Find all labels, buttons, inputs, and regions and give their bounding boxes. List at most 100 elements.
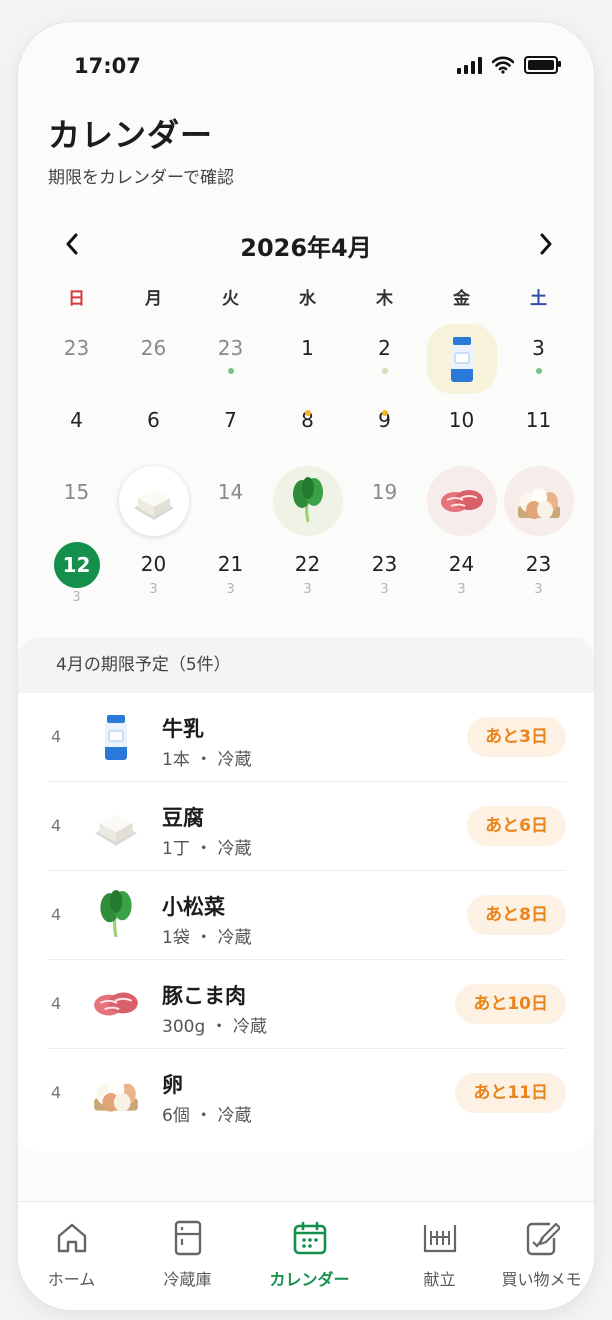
day-sub-count: 3 bbox=[457, 582, 466, 597]
next-month-button[interactable] bbox=[528, 226, 564, 262]
item-name: 豆腐 bbox=[162, 806, 204, 830]
calendar-day[interactable]: 1 bbox=[269, 322, 346, 394]
expiry-dot bbox=[304, 410, 311, 416]
home-icon bbox=[57, 1223, 86, 1253]
calendar-day-eggs[interactable] bbox=[500, 466, 577, 538]
komatsuna-icon bbox=[272, 466, 343, 536]
calendar-day[interactable]: 23 bbox=[38, 322, 115, 394]
calendar-day[interactable]: 20 3 bbox=[115, 538, 192, 610]
list-item[interactable]: 4 卵 6個 ・ 冷蔵 あと11日 bbox=[48, 1049, 566, 1137]
status-time: 17:07 bbox=[74, 54, 141, 78]
day-sub-count: 3 bbox=[72, 590, 81, 605]
calendar-day[interactable]: 2 bbox=[346, 322, 423, 394]
tab-label: ホーム bbox=[47, 1270, 96, 1289]
pork-icon bbox=[426, 466, 497, 536]
expiry-dot bbox=[381, 410, 388, 416]
day-sub-count: 3 bbox=[534, 582, 543, 597]
item-meta: 6個 ・ 冷蔵 bbox=[162, 1106, 252, 1126]
pork-icon bbox=[84, 972, 148, 1036]
list-item[interactable]: 4 小松菜 1袋 ・ 冷蔵 あと8日 bbox=[48, 871, 566, 960]
day-number: 20 bbox=[140, 552, 167, 576]
tab-label: 冷蔵庫 bbox=[163, 1270, 212, 1289]
phone-screen: 17:07 カレンダー 期限をカレンダーで確認 2026年4月 日 月 火 水 … bbox=[18, 22, 594, 1310]
weekday-label: 火 bbox=[222, 289, 239, 309]
day-number: 11 bbox=[525, 408, 552, 432]
day-number: 7 bbox=[224, 408, 237, 432]
calendar-day[interactable]: 15 bbox=[38, 466, 115, 538]
days-left-badge: あと3日 bbox=[467, 717, 566, 757]
calendar-day-tofu[interactable] bbox=[115, 466, 192, 538]
calendar-day[interactable]: 26 bbox=[115, 322, 192, 394]
calendar-day[interactable]: 22 3 bbox=[269, 538, 346, 610]
calendar-day[interactable]: 14 bbox=[192, 466, 269, 538]
weekday-label: 日 bbox=[68, 289, 85, 309]
item-month: 4 bbox=[51, 905, 62, 924]
calendar-day[interactable]: 4 bbox=[38, 394, 115, 466]
day-number: 2 bbox=[378, 336, 391, 360]
status-icons bbox=[457, 56, 561, 74]
item-name: 牛乳 bbox=[162, 717, 204, 741]
fridge-icon bbox=[174, 1220, 201, 1256]
item-meta: 1本 ・ 冷蔵 bbox=[162, 750, 252, 770]
list-item[interactable]: 4 豚こま肉 300g ・ 冷蔵 あと10日 bbox=[48, 960, 566, 1049]
battery-icon bbox=[524, 56, 561, 74]
calendar-day[interactable]: 7 bbox=[192, 394, 269, 466]
milk-icon bbox=[84, 705, 148, 769]
weekday-label: 月 bbox=[145, 289, 162, 309]
expiry-dot bbox=[227, 368, 234, 374]
shopping-memo-icon bbox=[526, 1222, 560, 1256]
day-number: 23 bbox=[371, 552, 398, 576]
signal-icon bbox=[457, 56, 482, 74]
day-number: 26 bbox=[140, 336, 167, 360]
day-number: 1 bbox=[301, 336, 314, 360]
calendar-day[interactable]: 10 bbox=[423, 394, 500, 466]
days-left-badge: あと11日 bbox=[455, 1073, 566, 1113]
calendar-day-pork[interactable] bbox=[423, 466, 500, 538]
calendar-day[interactable]: 11 bbox=[500, 394, 577, 466]
calendar-day[interactable]: 9 bbox=[346, 394, 423, 466]
tab-fridge[interactable]: 冷蔵庫 bbox=[130, 1216, 245, 1290]
today-marker: 12 bbox=[53, 542, 100, 588]
item-month: 4 bbox=[51, 1083, 62, 1102]
tab-calendar[interactable]: カレンダー bbox=[252, 1216, 367, 1290]
milk-icon bbox=[426, 324, 497, 394]
calendar-day[interactable]: 19 bbox=[346, 466, 423, 538]
tab-shopping-memo[interactable]: 買い物メモ bbox=[484, 1216, 594, 1290]
item-month: 4 bbox=[51, 727, 62, 746]
calendar-day-milk[interactable] bbox=[423, 322, 500, 394]
page-subtitle: 期限をカレンダーで確認 bbox=[48, 168, 234, 188]
calendar-day-komatsuna[interactable] bbox=[269, 466, 346, 538]
expiry-list: 4月の期限予定（5件） 4 牛乳 1本 ・ 冷蔵 あと3日 4 豆腐 1丁 ・ … bbox=[18, 637, 594, 1152]
calendar-day[interactable]: 21 3 bbox=[192, 538, 269, 610]
calendar-day[interactable]: 8 bbox=[269, 394, 346, 466]
calendar-day[interactable]: 23 bbox=[192, 322, 269, 394]
list-item[interactable]: 4 牛乳 1本 ・ 冷蔵 あと3日 bbox=[48, 693, 566, 782]
menu-icon bbox=[423, 1225, 456, 1253]
month-navigation: 2026年4月 bbox=[18, 222, 594, 266]
expiry-dot bbox=[535, 368, 542, 374]
tofu-icon bbox=[118, 466, 189, 536]
calendar-day-today[interactable]: 12 3 bbox=[38, 538, 115, 610]
calendar-day[interactable]: 23 3 bbox=[346, 538, 423, 610]
status-bar: 17:07 bbox=[18, 22, 594, 102]
tab-home[interactable]: ホーム bbox=[18, 1216, 129, 1290]
weekday-header: 日 月 火 水 木 金 土 bbox=[38, 284, 578, 314]
list-item[interactable]: 4 豆腐 1丁 ・ 冷蔵 あと6日 bbox=[48, 782, 566, 871]
days-left-badge: あと6日 bbox=[467, 806, 566, 846]
day-number: 23 bbox=[525, 552, 552, 576]
tab-menu[interactable]: 献立 bbox=[382, 1216, 497, 1290]
calendar-grid: 23 26 23 1 2 3 4 6 7 8 9 10 11 15 14 19 … bbox=[38, 322, 578, 610]
expiry-dot bbox=[381, 368, 388, 374]
eggs-icon bbox=[84, 1061, 148, 1125]
komatsuna-icon bbox=[84, 883, 148, 947]
calendar-day[interactable]: 6 bbox=[115, 394, 192, 466]
item-meta: 300g ・ 冷蔵 bbox=[162, 1017, 268, 1037]
calendar-day[interactable]: 3 bbox=[500, 322, 577, 394]
day-number: 23 bbox=[217, 336, 244, 360]
days-left-badge: あと8日 bbox=[467, 895, 566, 935]
calendar-day[interactable]: 24 3 bbox=[423, 538, 500, 610]
calendar-icon bbox=[293, 1221, 326, 1255]
day-number: 6 bbox=[147, 408, 160, 432]
calendar-day[interactable]: 23 3 bbox=[500, 538, 577, 610]
item-month: 4 bbox=[51, 816, 62, 835]
